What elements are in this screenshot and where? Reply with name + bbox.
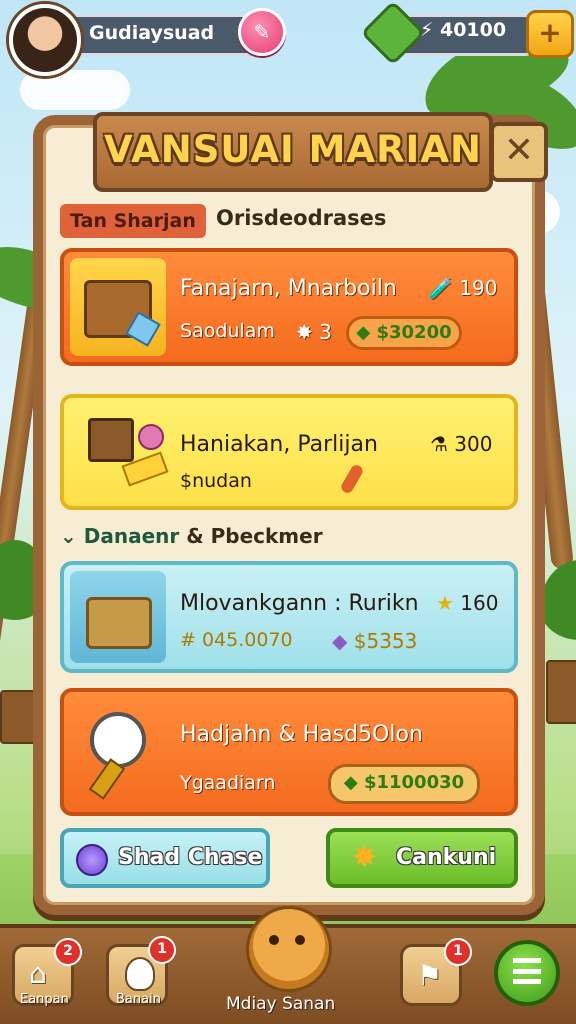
card-1-price-value: $30200 [376, 322, 452, 343]
mascot-label: Mdiay Sanan [226, 994, 336, 1014]
shop-card-1[interactable]: Fanajarn, Mnarboiln 🧪 190 Saodulam ✸ 3 ◆… [60, 248, 518, 366]
card-1-count-value: 190 [459, 276, 498, 300]
card-3-price-value: $5353 [353, 629, 418, 653]
tab-sharjan[interactable]: Tan Sharjan [60, 204, 206, 238]
currency-value: 40100 [439, 19, 507, 41]
card-4-subtitle: Ygaadiarn [180, 772, 276, 794]
card-3-count: ★ 160 [436, 591, 498, 615]
pencil-icon: ✎ [253, 20, 271, 44]
card-4-price-value: $1100030 [363, 772, 465, 793]
shad-chase-label: Shad Chase [118, 845, 263, 870]
card-3-count-value: 160 [460, 591, 499, 615]
star-burst-icon: ✸ [352, 840, 378, 875]
sparkle-icon: ✸ [296, 320, 320, 344]
potion-icon: 🧪 [428, 276, 460, 300]
pet-icon [125, 957, 155, 991]
item-bundle-icon [70, 404, 169, 500]
card-2-subtitle: $nudan [180, 470, 252, 492]
shad-chase-button[interactable]: Shad Chase [60, 828, 270, 888]
treasure-chest-icon [70, 258, 166, 356]
panel-title: VANSUAI MARIAN [104, 128, 482, 171]
star-icon: ★ [436, 591, 461, 615]
home-label: Eanpan [20, 992, 69, 1007]
cankuni-button[interactable]: ✸ Cankuni [326, 828, 518, 888]
shop-card-4[interactable]: Hadjahn & Hasd5Olon Ygaadiarn ◆ $1100030 [60, 688, 518, 816]
panel-subheading: Orisdeodrases [216, 206, 387, 230]
carrot-icon [339, 463, 365, 495]
card-4-title: Hadjahn & Hasd5Olon [180, 722, 423, 747]
panel-title-plank: VANSUAI MARIAN [93, 112, 493, 192]
home-icon: ⌂ [29, 957, 47, 990]
close-icon: ✕ [503, 130, 535, 171]
card-1-mid-value: 3 [319, 320, 332, 344]
card-3-price: ◆ $5353 [332, 629, 417, 653]
cube-icon: ◆ [332, 629, 354, 653]
section-chevron-icon: ⌄ [60, 524, 84, 548]
basket-icon [70, 571, 166, 663]
cankuni-label: Cankuni [396, 845, 497, 870]
card-1-subtitle: Saodulam [180, 320, 275, 342]
menu-button[interactable] [494, 940, 560, 1006]
section-header: ⌄ Danaenr & Pbeckmer [60, 524, 323, 548]
green-gem-icon: ◆ [343, 772, 364, 793]
flask-icon: ⚗ [430, 432, 455, 456]
card-2-count: ⚗ 300 [430, 432, 492, 456]
flag-icon: ⚑ [417, 959, 443, 992]
second-badge: 1 [148, 936, 176, 964]
card-1-mid: ✸ 3 [296, 320, 332, 344]
currency-amount: ⚡ 40100 [420, 19, 506, 41]
shop-card-3[interactable]: Mlovankgann : Rurikn ★ 160 # 045.0070 ◆ … [60, 561, 518, 673]
arrow-icon: ⚡ [420, 19, 440, 41]
card-3-subtitle: # 045.0070 [180, 629, 293, 651]
card-3-title: Mlovankgann : Rurikn [180, 591, 419, 616]
card-4-price[interactable]: ◆ $1100030 [328, 764, 480, 804]
purple-gem-icon [76, 844, 108, 876]
edit-name-button[interactable]: ✎ [238, 8, 286, 56]
second-label: Banain [116, 992, 161, 1007]
section-title: Danaenr [83, 524, 180, 548]
close-button[interactable]: ✕ [490, 122, 548, 182]
mascot-icon[interactable] [246, 906, 332, 992]
card-2-title: Haniakan, Parlijan [180, 432, 378, 457]
card-1-price[interactable]: ◆ $30200 [346, 316, 462, 350]
gem-icon: ◆ [356, 322, 377, 343]
shop-card-2[interactable]: Haniakan, Parlijan ⚗ 300 $nudan [60, 394, 518, 510]
plus-icon: + [538, 16, 562, 49]
card-2-count-value: 300 [454, 432, 493, 456]
card-1-count: 🧪 190 [428, 276, 497, 300]
card-1-title: Fanajarn, Mnarboiln [180, 276, 397, 301]
player-name: Gudiaysuad [89, 22, 215, 44]
section-title-suffix: & Pbeckmer [186, 524, 323, 548]
home-badge: 2 [54, 938, 82, 966]
add-currency-button[interactable]: + [526, 10, 574, 58]
magnifier-trophy-icon [70, 698, 166, 806]
player-avatar[interactable] [9, 4, 81, 76]
flag-badge: 1 [444, 938, 472, 966]
